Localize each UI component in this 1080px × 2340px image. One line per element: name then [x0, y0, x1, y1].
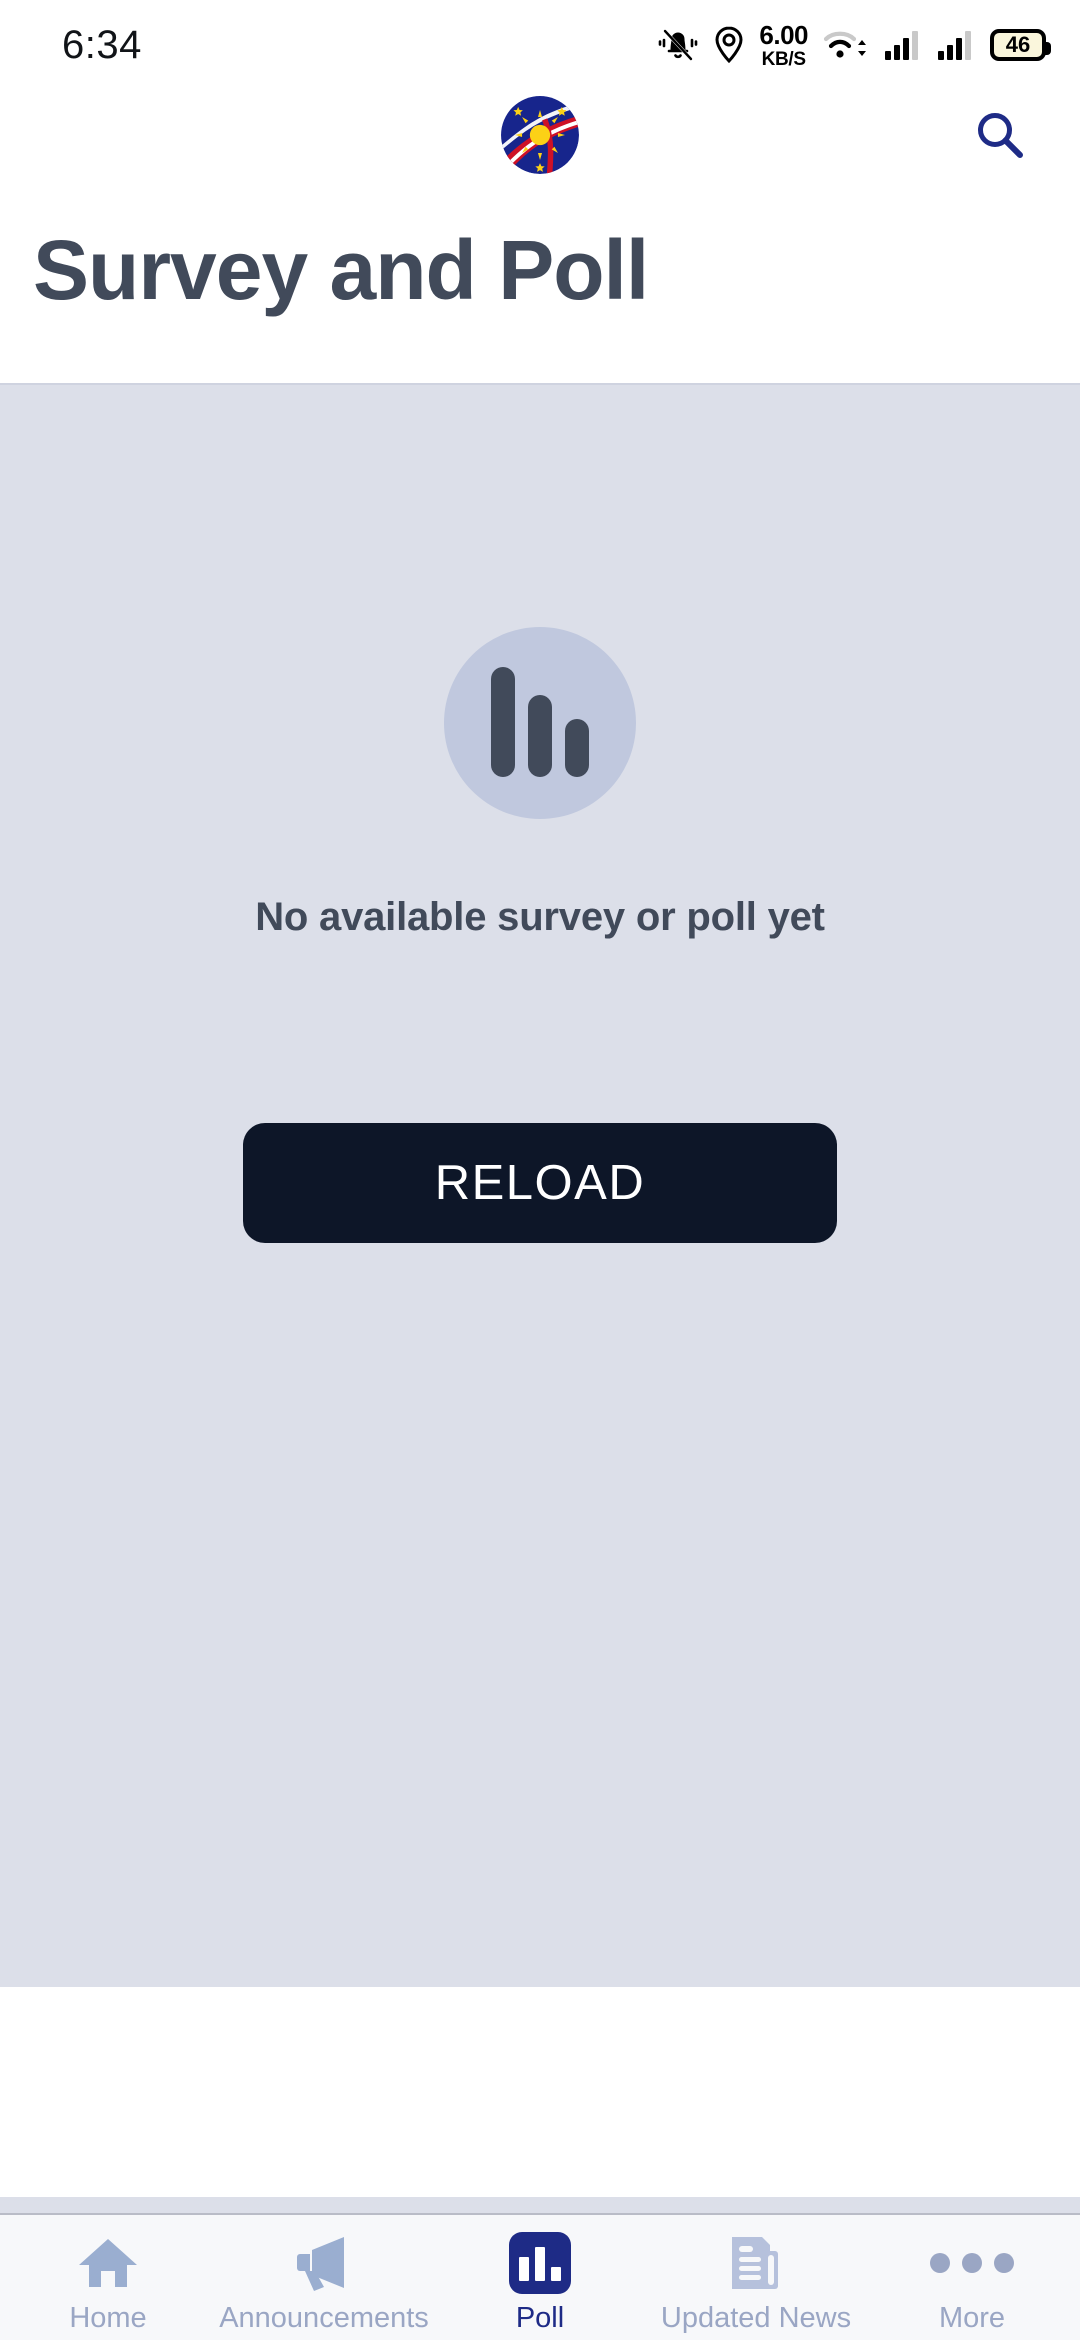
- status-bar: 6:34 6.00 KB/S 46: [0, 0, 1080, 90]
- signal-icon: [937, 29, 975, 61]
- nav-item-label: Updated News: [660, 2302, 852, 2334]
- poll-bar-chart-icon: [509, 2232, 571, 2294]
- nav-item-label: Home: [69, 2302, 147, 2334]
- app-logo-icon: [501, 96, 579, 174]
- home-icon: [77, 2233, 139, 2293]
- vibrate-icon: [657, 27, 699, 63]
- network-speed-unit: KB/S: [761, 48, 807, 70]
- nav-item-updated-news[interactable]: Updated News: [648, 2233, 864, 2335]
- bar-chart-bar: [565, 719, 589, 777]
- app-bar: [0, 90, 1080, 180]
- newspaper-icon: [726, 2233, 786, 2293]
- content-spacer: [0, 1987, 1080, 2197]
- nav-item-more[interactable]: More: [864, 2233, 1080, 2335]
- network-speed-value: 6.00: [759, 19, 808, 50]
- more-dots-icon: [930, 2233, 1014, 2293]
- bar-chart-bar: [528, 695, 552, 777]
- signal-icon: [884, 29, 922, 61]
- bar-chart-bar: [491, 667, 515, 777]
- bar-chart-bars: [491, 667, 589, 777]
- nav-separator: [0, 2197, 1080, 2215]
- network-speed-indicator: 6.00 KB/S: [759, 22, 808, 69]
- bottom-navigation-bar: Home Announcements Poll Updated News Mor…: [0, 2215, 1080, 2340]
- empty-state-message: No available survey or poll yet: [255, 895, 825, 939]
- location-icon: [714, 26, 744, 64]
- page-title: Survey and Poll: [33, 222, 649, 317]
- nav-item-announcements[interactable]: Announcements: [216, 2233, 432, 2335]
- battery-level-label: 46: [1005, 32, 1031, 57]
- bar-chart-icon: [444, 627, 636, 819]
- nav-item-label: Announcements: [219, 2302, 429, 2334]
- battery-icon: 46: [990, 29, 1051, 61]
- reload-button[interactable]: RELOAD: [243, 1123, 837, 1243]
- nav-item-poll[interactable]: Poll: [432, 2232, 648, 2335]
- title-bar: Survey and Poll: [0, 180, 1080, 383]
- nav-item-label: More: [938, 2302, 1006, 2334]
- phone-screen: 6:34 6.00 KB/S 46 Survey and Poll No ava…: [0, 0, 1080, 2340]
- nav-item-home[interactable]: Home: [0, 2233, 216, 2335]
- search-icon: [978, 113, 1023, 158]
- content-area: No available survey or poll yet RELOAD: [0, 383, 1080, 1987]
- search-button[interactable]: [960, 95, 1040, 175]
- nav-item-label: Poll: [515, 2302, 565, 2334]
- wifi-icon: [823, 27, 869, 63]
- megaphone-icon: [292, 2233, 356, 2293]
- status-bar-clock: 6:34: [62, 22, 142, 67]
- status-bar-icons: 6.00 KB/S 46: [657, 22, 1051, 69]
